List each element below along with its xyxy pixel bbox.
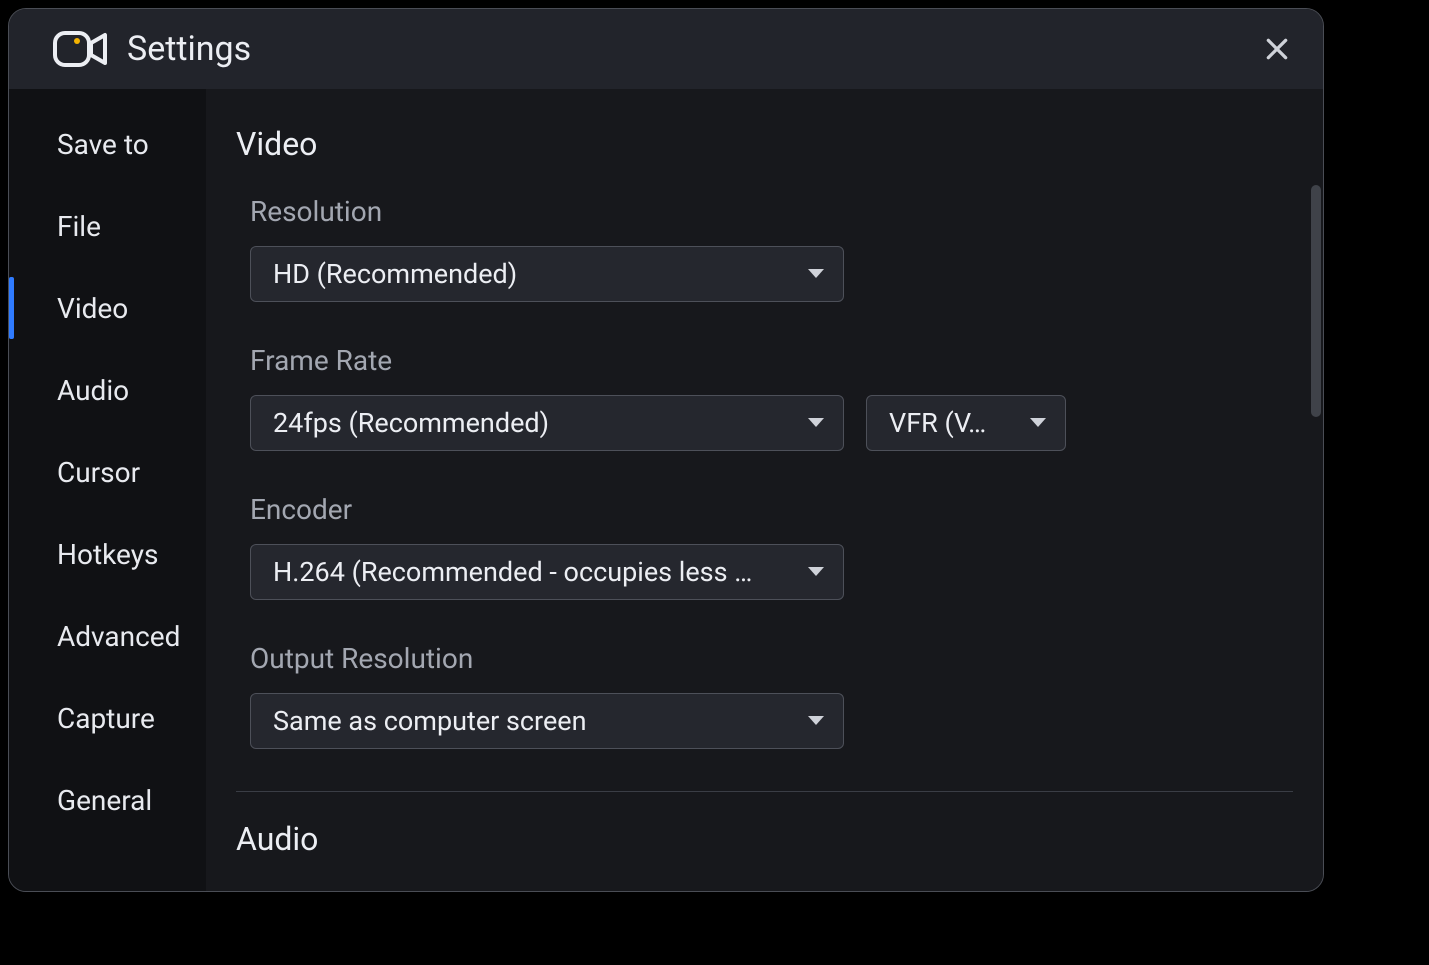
sidebar-item-audio[interactable]: Audio xyxy=(9,349,206,431)
select-value: VFR (V… xyxy=(889,407,1017,439)
app-icon xyxy=(53,29,109,69)
chevron-down-icon xyxy=(807,268,825,280)
select-value: HD (Recommended) xyxy=(273,258,795,290)
sidebar-item-advanced[interactable]: Advanced xyxy=(9,595,206,677)
sidebar-item-cursor[interactable]: Cursor xyxy=(9,431,206,513)
chevron-down-icon xyxy=(807,715,825,727)
field-frame-rate: Frame Rate 24fps (Recommended) VFR (V… xyxy=(250,344,1293,451)
sidebar-item-file[interactable]: File xyxy=(9,185,206,267)
sidebar-item-label: Audio xyxy=(57,374,129,407)
sidebar-item-label: Video xyxy=(57,292,128,325)
settings-dialog: Settings Save to File Video Audio Cursor… xyxy=(8,8,1324,892)
titlebar: Settings xyxy=(9,9,1323,89)
field-encoder: Encoder H.264 (Recommended - occupies le… xyxy=(250,493,1293,600)
close-button[interactable] xyxy=(1259,31,1295,67)
sidebar-item-hotkeys[interactable]: Hotkeys xyxy=(9,513,206,595)
select-value: 24fps (Recommended) xyxy=(273,407,795,439)
field-output-resolution: Output Resolution Same as computer scree… xyxy=(250,642,1293,749)
resolution-select[interactable]: HD (Recommended) xyxy=(250,246,844,302)
sidebar-item-capture[interactable]: Capture xyxy=(9,677,206,759)
frame-rate-select[interactable]: 24fps (Recommended) xyxy=(250,395,844,451)
field-label: Output Resolution xyxy=(250,642,1293,675)
sidebar-item-label: Advanced xyxy=(57,620,180,653)
field-label: Encoder xyxy=(250,493,1293,526)
section-title-audio: Audio xyxy=(236,820,1293,858)
select-value: H.264 (Recommended - occupies less … xyxy=(273,556,795,588)
frame-rate-mode-select[interactable]: VFR (V… xyxy=(866,395,1066,451)
field-label: Resolution xyxy=(250,195,1293,228)
chevron-down-icon xyxy=(1029,417,1047,429)
close-icon xyxy=(1264,36,1290,62)
sidebar: Save to File Video Audio Cursor Hotkeys … xyxy=(9,89,206,891)
select-value: Same as computer screen xyxy=(273,705,795,737)
dialog-title: Settings xyxy=(127,29,1259,69)
sidebar-item-video[interactable]: Video xyxy=(9,267,206,349)
sidebar-item-label: File xyxy=(57,210,101,243)
content-pane: Video Resolution HD (Recommended) Frame … xyxy=(206,89,1323,891)
chevron-down-icon xyxy=(807,417,825,429)
chevron-down-icon xyxy=(807,566,825,578)
sidebar-item-general[interactable]: General xyxy=(9,759,206,841)
sidebar-item-label: General xyxy=(57,784,152,817)
scrollbar-thumb[interactable] xyxy=(1311,185,1321,417)
output-resolution-select[interactable]: Same as computer screen xyxy=(250,693,844,749)
sidebar-item-label: Cursor xyxy=(57,456,140,489)
dialog-body: Save to File Video Audio Cursor Hotkeys … xyxy=(9,89,1323,891)
field-resolution: Resolution HD (Recommended) xyxy=(250,195,1293,302)
sidebar-item-label: Hotkeys xyxy=(57,538,158,571)
section-divider xyxy=(236,791,1293,792)
sidebar-item-label: Save to xyxy=(57,128,149,161)
section-title-video: Video xyxy=(236,125,1293,163)
sidebar-item-save-to[interactable]: Save to xyxy=(9,103,206,185)
encoder-select[interactable]: H.264 (Recommended - occupies less … xyxy=(250,544,844,600)
sidebar-item-label: Capture xyxy=(57,702,155,735)
field-label: Frame Rate xyxy=(250,344,1293,377)
